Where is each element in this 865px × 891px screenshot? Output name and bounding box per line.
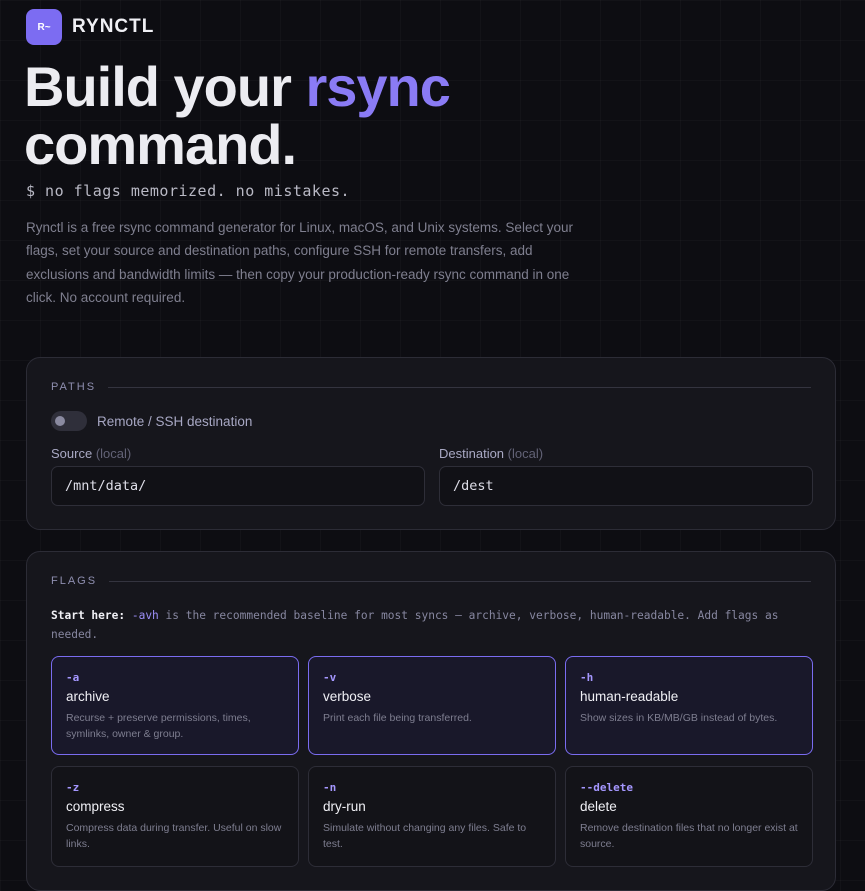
- section-divider: [108, 386, 811, 388]
- flag-description: Compress data during transfer. Useful on…: [66, 822, 282, 850]
- toggle-knob: [55, 416, 65, 426]
- destination-label: Destination (local): [439, 446, 543, 461]
- hero-title-part1: Build your: [24, 55, 306, 118]
- section-divider: [109, 580, 811, 582]
- logo-icon: R~: [26, 9, 62, 45]
- flag-description: Recurse + preserve permissions, times, s…: [66, 712, 251, 740]
- hint-code: -avh: [131, 609, 159, 622]
- flag-code: -v: [323, 671, 337, 684]
- paths-section-label: PATHS: [51, 381, 97, 393]
- remote-ssh-toggle-label: Remote / SSH destination: [97, 413, 253, 429]
- source-label-sub: (local): [95, 446, 132, 461]
- flag-description: Show sizes in KB/MB/GB instead of bytes.: [580, 712, 778, 724]
- source-input[interactable]: /mnt/data/: [51, 466, 425, 506]
- hero-description: Rynctl is a free rsync command generator…: [26, 220, 573, 305]
- flag-name: archive: [66, 689, 110, 704]
- flag-code: -n: [323, 781, 337, 794]
- flags-section-label: FLAGS: [51, 575, 98, 587]
- source-label: Source (local): [51, 446, 131, 461]
- flag-card-verbose[interactable]: -v verbose Print each file being transfe…: [308, 656, 556, 755]
- tagline: $ no flags memorized. no mistakes.: [26, 182, 351, 200]
- flags-card: FLAGS Start here: -avh is the recommende…: [26, 551, 836, 891]
- remote-ssh-toggle-row[interactable]: Remote / SSH destination: [51, 411, 252, 431]
- flag-name: compress: [66, 799, 125, 814]
- hint-rest: is the recommended baseline for most syn…: [51, 609, 779, 641]
- brand[interactable]: R~ RYNCTL: [26, 9, 154, 45]
- flag-code: -a: [66, 671, 80, 684]
- flag-card-delete[interactable]: --delete delete Remove destination files…: [565, 766, 813, 867]
- flag-code: --delete: [580, 781, 633, 794]
- destination-input[interactable]: /dest: [439, 466, 813, 506]
- flag-description: Remove destination files that no longer …: [580, 822, 798, 850]
- flag-card-compress[interactable]: -z compress Compress data during transfe…: [51, 766, 299, 867]
- flag-description: Simulate without changing any files. Saf…: [323, 822, 527, 850]
- hero-title: Build your rsync command.: [24, 55, 451, 176]
- destination-label-text: Destination: [439, 446, 505, 461]
- flag-card-dry-run[interactable]: -n dry-run Simulate without changing any…: [308, 766, 556, 867]
- flag-name: delete: [580, 799, 617, 814]
- flag-card-archive[interactable]: -a archive Recurse + preserve permission…: [51, 656, 299, 755]
- remote-ssh-toggle[interactable]: [51, 411, 87, 431]
- brand-name: RYNCTL: [72, 16, 155, 37]
- flag-code: -h: [580, 671, 594, 684]
- flag-name: human-readable: [580, 689, 679, 704]
- flag-name: dry-run: [323, 799, 366, 814]
- hero-title-part2: command.: [24, 113, 297, 176]
- destination-label-sub: (local): [507, 446, 544, 461]
- hint-lead: Start here:: [51, 609, 126, 622]
- paths-card: PATHS Remote / SSH destination Source (l…: [26, 357, 836, 530]
- paths-section-header: PATHS: [51, 381, 811, 393]
- flags-section-header: FLAGS: [51, 575, 811, 587]
- flag-description: Print each file being transferred.: [323, 712, 472, 724]
- flags-hint: Start here: -avh is the recommended base…: [51, 606, 815, 644]
- hero-title-accent: rsync: [305, 55, 450, 118]
- flag-card-human-readable[interactable]: -h human-readable Show sizes in KB/MB/GB…: [565, 656, 813, 755]
- flag-code: -z: [66, 781, 80, 794]
- flag-name: verbose: [323, 689, 372, 704]
- source-label-text: Source: [51, 446, 93, 461]
